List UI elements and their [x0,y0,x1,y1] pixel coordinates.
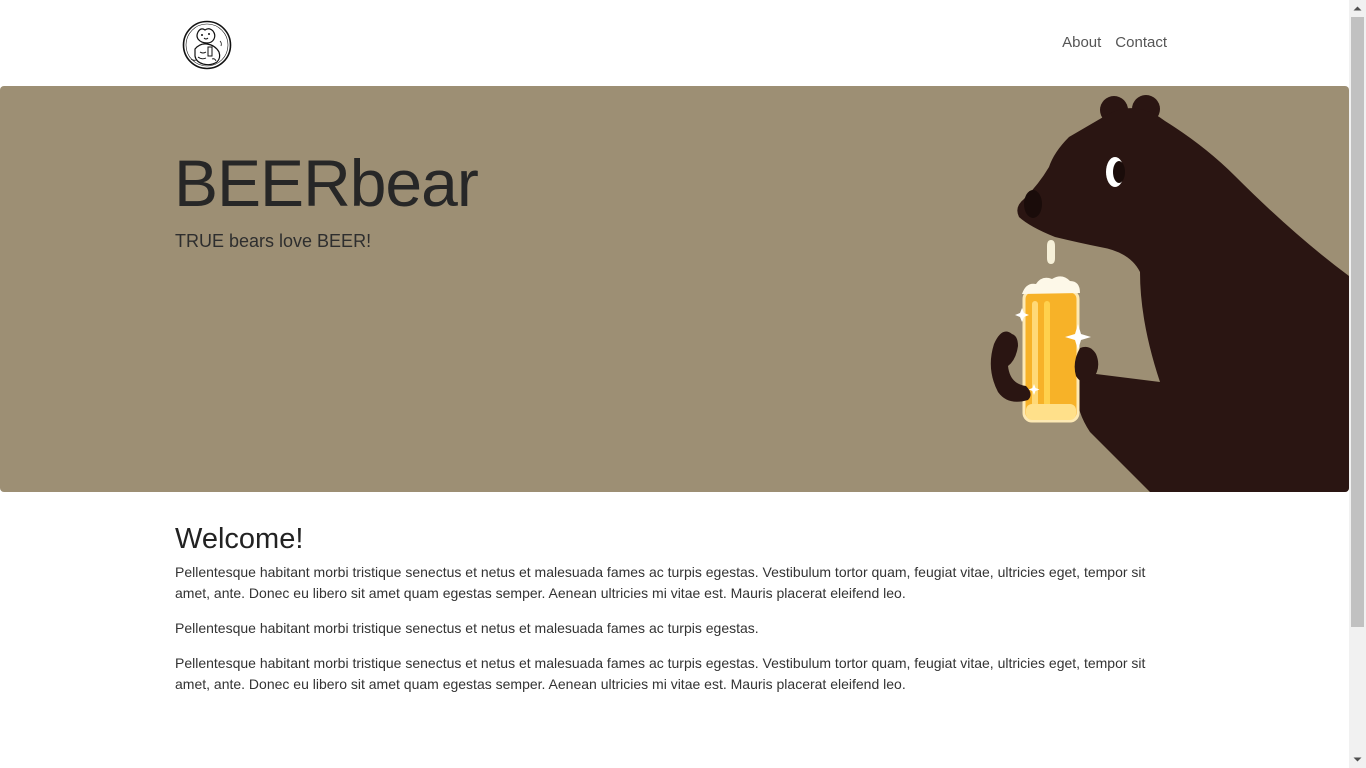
logo-icon[interactable] [182,19,232,71]
nav-link-about[interactable]: About [1062,34,1101,52]
main-content: Welcome! Pellentesque habitant morbi tri… [175,522,1175,709]
vertical-scrollbar[interactable] [1349,0,1366,768]
hero-tagline: TRUE bears love BEER! [175,231,372,251]
scroll-up-icon[interactable] [1349,0,1366,17]
hero-banner: BEERbear TRUE bears love BEER! [0,86,1349,492]
nav-link-contact[interactable]: Contact [1115,34,1167,52]
navbar: About Contact [0,0,1349,86]
paragraph: Pellentesque habitant morbi tristique se… [175,655,1146,692]
scroll-down-icon[interactable] [1349,751,1366,768]
scrollbar-thumb[interactable] [1351,17,1364,627]
bear-drinking-beer-illustration [990,95,1349,492]
page: About Contact BEERbear TRUE bears love B… [0,0,1349,768]
welcome-heading: Welcome! [175,523,304,555]
nav-links: About Contact [1062,34,1167,52]
hero-title: BEERbear [174,146,479,220]
paragraph: Pellentesque habitant morbi tristique se… [175,620,759,636]
paragraph: Pellentesque habitant morbi tristique se… [175,564,1146,601]
